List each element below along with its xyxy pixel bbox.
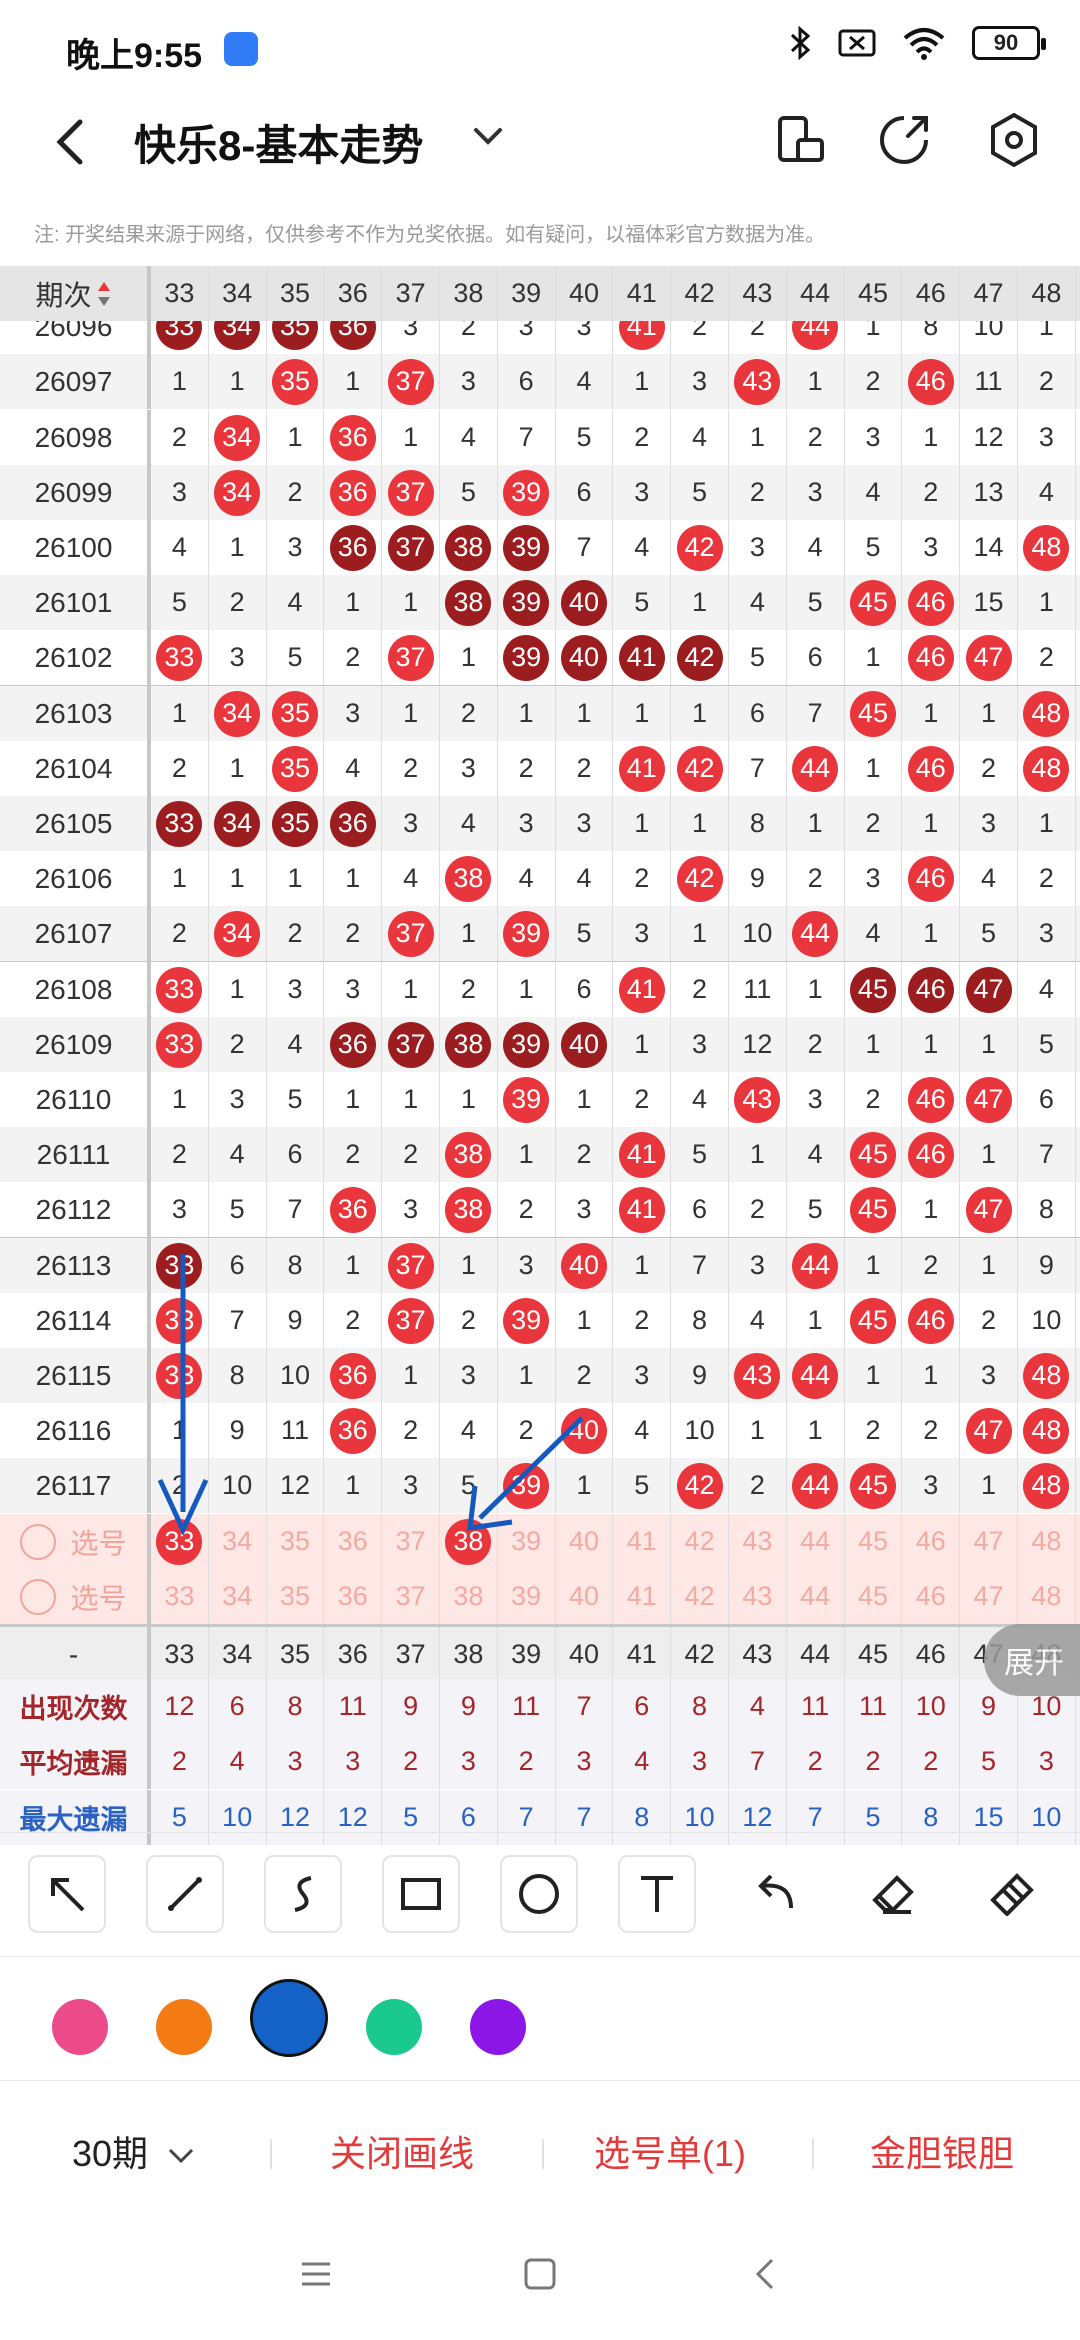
menu-icon[interactable] (298, 2256, 334, 2292)
divider (542, 2139, 544, 2169)
color-swatch-pink[interactable] (52, 1999, 108, 2055)
clear-brush-icon[interactable] (972, 1855, 1050, 1933)
curve-tool-icon[interactable] (264, 1855, 342, 1933)
color-picker (0, 1956, 1080, 2076)
color-swatch-orange[interactable] (156, 1999, 212, 2055)
drawn-arrow-vertical (157, 1254, 209, 1536)
divider (270, 2139, 272, 2169)
period-select-label: 30期 (72, 2133, 149, 2174)
close-lines-button[interactable]: 关闭画线 (330, 2125, 474, 2177)
gold-silver-button[interactable]: 金胆银胆 (870, 2125, 1014, 2177)
color-swatch-green[interactable] (366, 1999, 422, 2055)
eraser-icon[interactable] (854, 1855, 932, 1933)
divider (812, 2139, 814, 2169)
chevron-down-icon (169, 2148, 194, 2164)
color-swatch-purple[interactable] (470, 1999, 526, 2055)
rectangle-tool-icon[interactable] (382, 1855, 460, 1933)
back-nav-icon[interactable] (748, 2256, 784, 2292)
text-tool-icon[interactable] (618, 1855, 696, 1933)
undo-icon[interactable] (736, 1855, 814, 1933)
line-tool-icon[interactable] (146, 1855, 224, 1933)
period-select[interactable]: 30期 (72, 2125, 196, 2177)
drawn-arrow-diagonal (467, 1416, 584, 1531)
home-icon[interactable] (522, 2256, 558, 2292)
arrow-tool-icon[interactable] (28, 1855, 106, 1933)
drawing-toolbar (0, 1832, 1080, 1952)
bottom-action-bar: 30期 关闭画线 选号单(1) 金胆银胆 (0, 2080, 1080, 2210)
circle-tool-icon[interactable] (500, 1855, 578, 1933)
system-nav-bar (0, 2212, 1080, 2340)
color-swatch-blue-selected[interactable] (250, 1979, 328, 2057)
pick-list-button[interactable]: 选号单(1) (594, 2125, 746, 2177)
